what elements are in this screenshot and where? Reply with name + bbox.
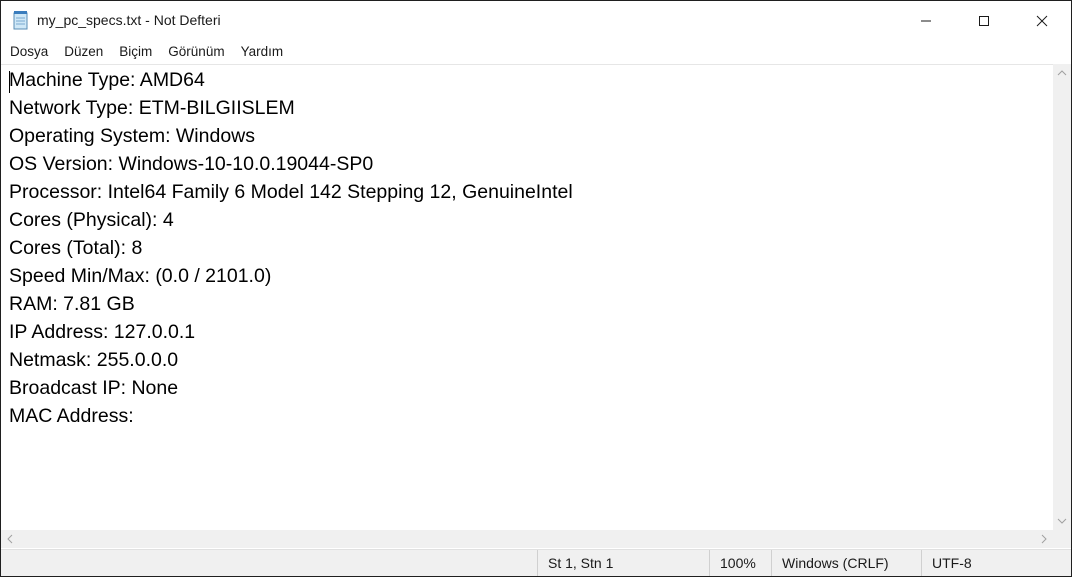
menu-yardim[interactable]: Yardım	[232, 41, 291, 63]
text-line: Operating System: Windows	[9, 125, 256, 147]
horizontal-scrollbar[interactable]	[1, 530, 1053, 548]
scroll-right-button[interactable]	[1035, 530, 1053, 548]
scrollbar-corner	[1053, 530, 1071, 548]
encoding: UTF-8	[921, 550, 1071, 576]
chevron-right-icon	[1041, 534, 1047, 544]
text-line: RAM: 7.81 GB	[9, 293, 135, 315]
minimize-button[interactable]	[897, 1, 955, 41]
close-icon	[1036, 15, 1048, 27]
chevron-down-icon	[1057, 518, 1067, 524]
menu-duzen[interactable]: Düzen	[55, 41, 110, 63]
notepad-icon[interactable]	[13, 10, 29, 30]
vertical-scrollbar[interactable]	[1053, 64, 1071, 530]
text-editor[interactable]: Machine Type: AMD64 Network Type: ETM-BI…	[1, 64, 1053, 531]
text-line: IP Address: 127.0.0.1	[9, 321, 196, 343]
text-line: Cores (Physical): 4	[9, 209, 174, 231]
window-title: my_pc_specs.txt - Not Defteri	[37, 12, 221, 28]
maximize-button[interactable]	[955, 1, 1013, 41]
chevron-left-icon	[7, 534, 13, 544]
text-line: Cores (Total): 8	[9, 237, 143, 259]
text-line: Machine Type: AMD64	[9, 69, 205, 91]
text-line: MAC Address:	[9, 405, 134, 427]
menu-bicim[interactable]: Biçim	[110, 41, 159, 63]
maximize-icon	[979, 16, 989, 26]
menu-dosya[interactable]: Dosya	[1, 41, 55, 63]
notepad-window: my_pc_specs.txt - Not Defteri Dosya Düze…	[0, 0, 1072, 577]
scroll-up-button[interactable]	[1053, 64, 1071, 82]
text-line: Network Type: ETM-BILGIISLEM	[9, 97, 295, 119]
text-line: Netmask: 255.0.0.0	[9, 349, 179, 371]
zoom-level: 100%	[709, 550, 771, 576]
chevron-up-icon	[1057, 70, 1067, 76]
text-content: Machine Type: AMD64 Network Type: ETM-BI…	[9, 66, 573, 430]
text-line: Speed Min/Max: (0.0 / 2101.0)	[9, 265, 272, 287]
menu-bar: Dosya Düzen Biçim Görünüm Yardım	[1, 41, 1071, 63]
cursor-position: St 1, Stn 1	[537, 550, 709, 576]
text-line: OS Version: Windows-10-10.0.19044-SP0	[9, 153, 374, 175]
status-bar: St 1, Stn 1 100% Windows (CRLF) UTF-8	[1, 549, 1071, 576]
minimize-icon	[921, 20, 931, 22]
menu-gorunum[interactable]: Görünüm	[159, 41, 231, 63]
line-ending: Windows (CRLF)	[771, 550, 921, 576]
text-line: Broadcast IP: None	[9, 377, 179, 399]
scroll-down-button[interactable]	[1053, 512, 1071, 530]
text-line: Processor: Intel64 Family 6 Model 142 St…	[9, 181, 573, 203]
close-button[interactable]	[1013, 1, 1071, 41]
scroll-left-button[interactable]	[1, 530, 19, 548]
title-bar[interactable]: my_pc_specs.txt - Not Defteri	[1, 1, 1071, 41]
